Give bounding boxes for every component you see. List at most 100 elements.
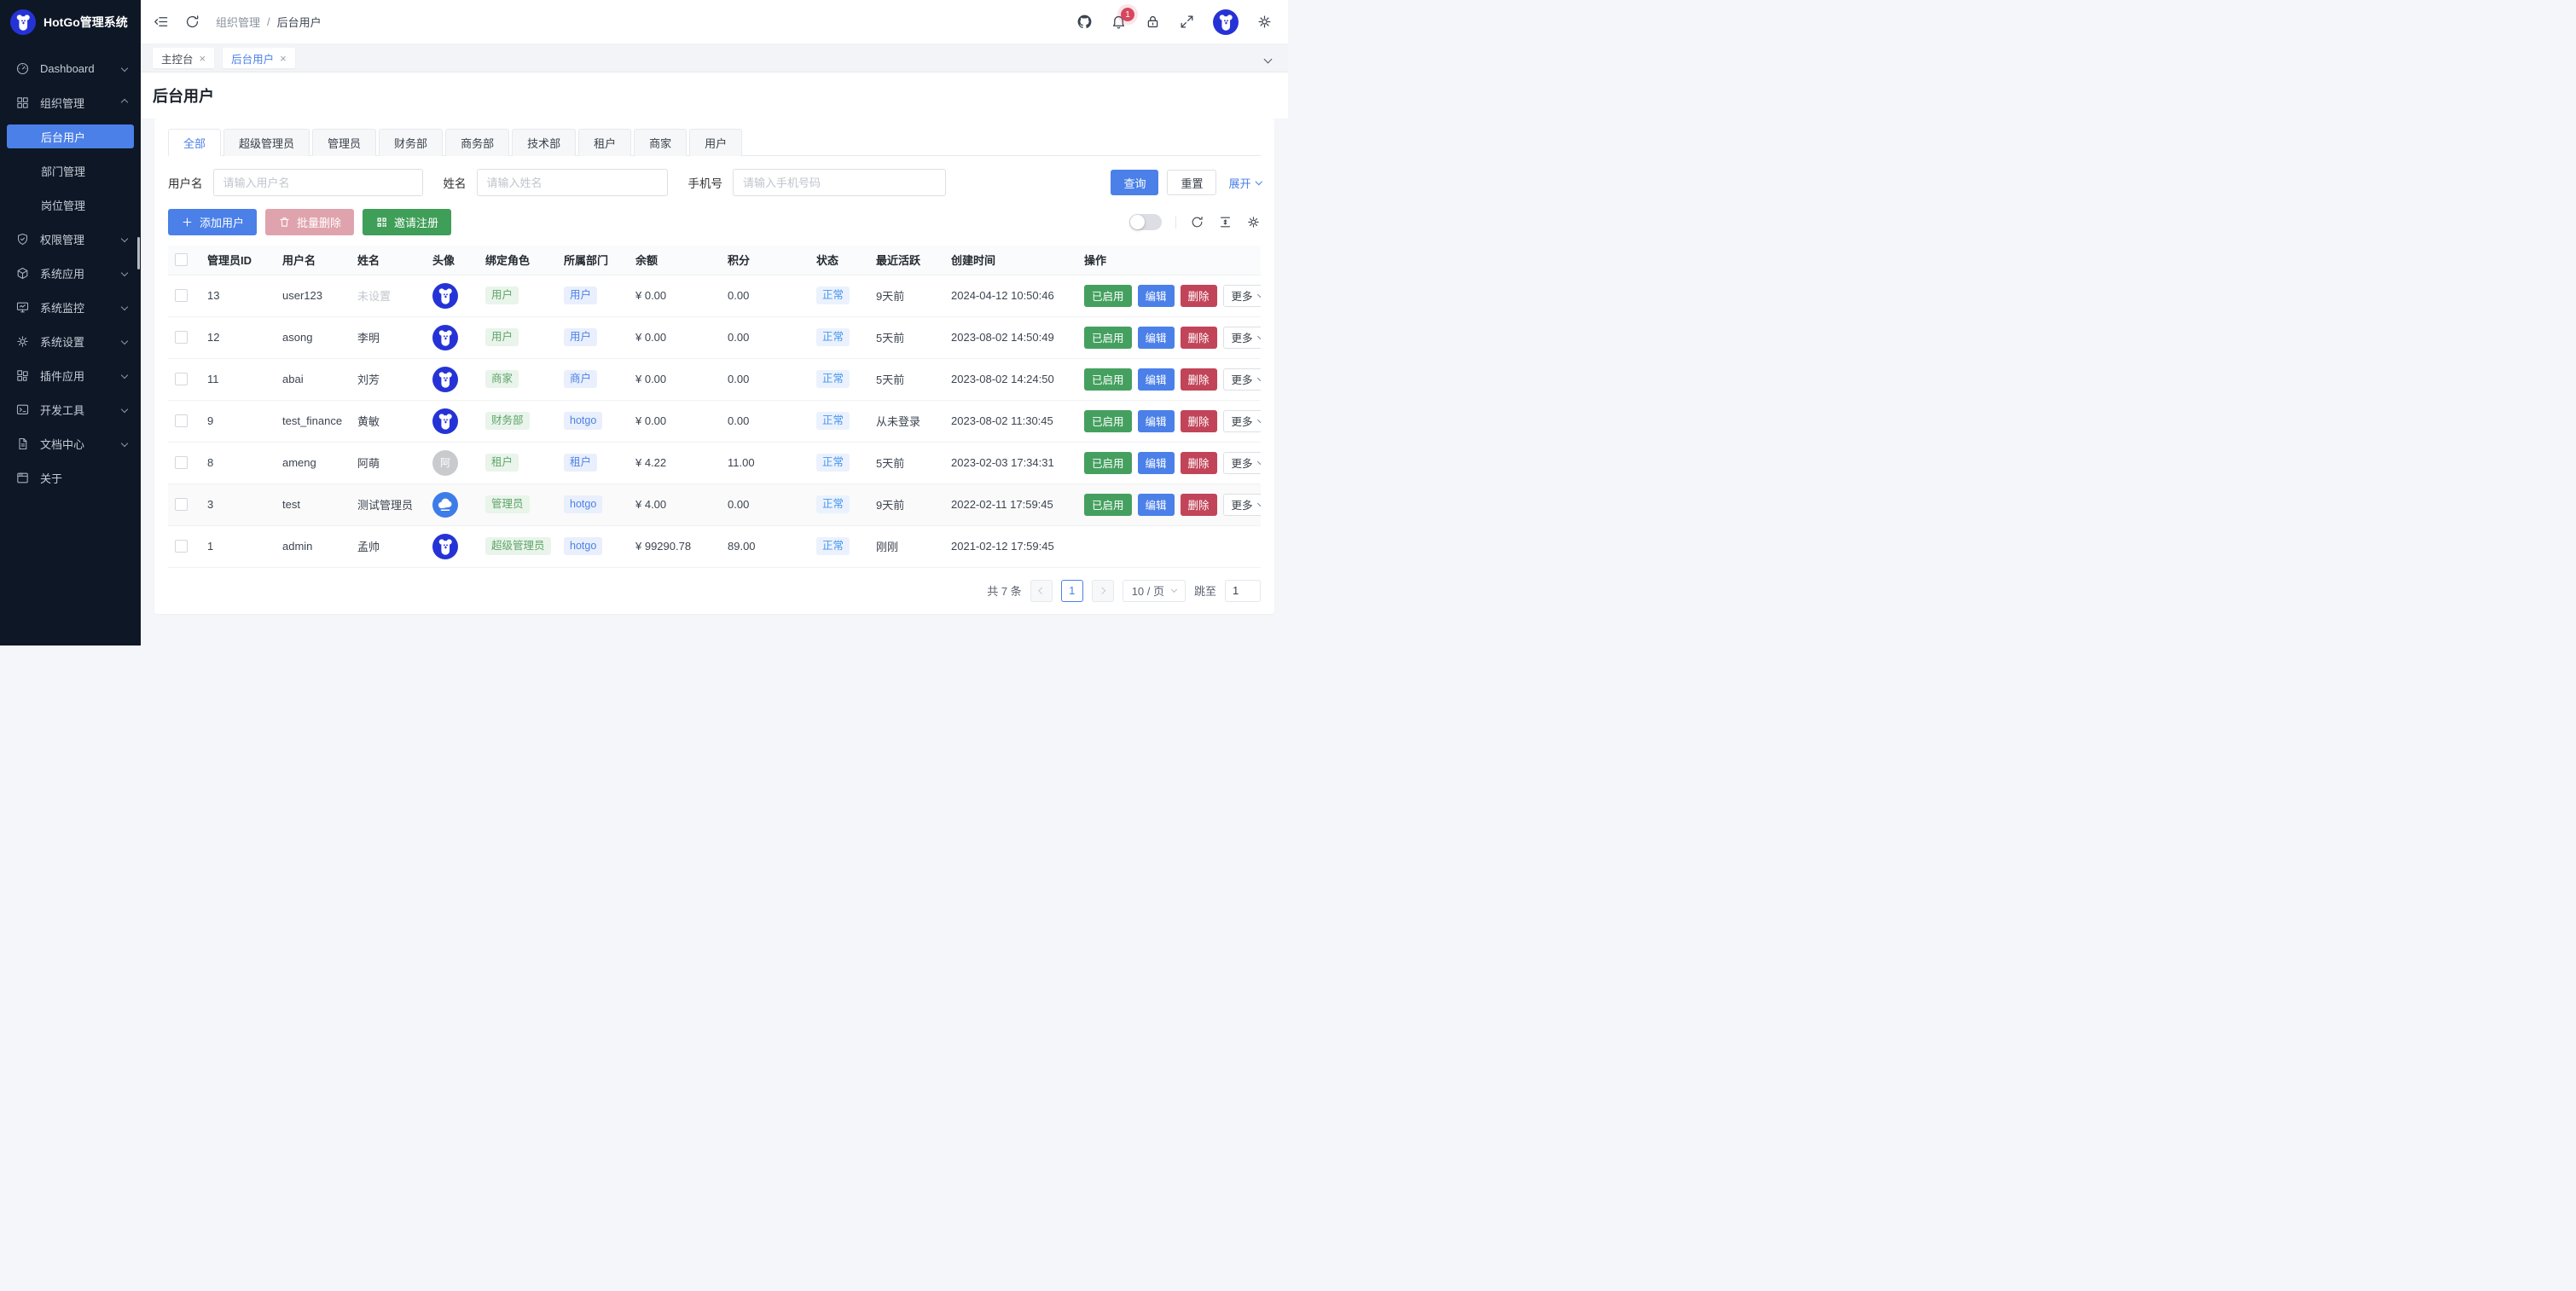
more-button[interactable]: 更多 [1223, 285, 1261, 307]
reset-button[interactable]: 重置 [1167, 170, 1216, 195]
role-tab-6[interactable]: 租户 [578, 129, 631, 156]
row-checkbox[interactable] [175, 414, 188, 427]
sidebar-menu: Dashboard组织管理后台用户部门管理岗位管理权限管理系统应用系统监控系统设… [0, 51, 141, 495]
menu-collapse-icon[interactable] [153, 14, 169, 30]
sidebar-item-system-app[interactable]: 系统应用 [0, 256, 141, 290]
enabled-button[interactable]: 已启用 [1084, 410, 1132, 432]
refresh-icon[interactable] [184, 14, 200, 30]
tab-chip-1[interactable]: 后台用户× [223, 48, 295, 68]
search-button[interactable]: 查询 [1111, 170, 1158, 195]
cell-dept: hotgo [557, 400, 629, 442]
invite-register-button[interactable]: 邀请注册 [363, 209, 451, 235]
delete-button[interactable]: 删除 [1181, 494, 1217, 516]
edit-button[interactable]: 编辑 [1138, 494, 1175, 516]
cell-created: 2023-02-03 17:34:31 [944, 442, 1077, 483]
logo[interactable]: HotGo管理系统 [0, 0, 141, 44]
sidebar-item-system-monitor[interactable]: 系统监控 [0, 290, 141, 324]
more-button[interactable]: 更多 [1223, 410, 1261, 432]
column-settings-gear-icon[interactable] [1246, 215, 1261, 229]
filter-input-0[interactable] [213, 169, 423, 196]
jump-page-input[interactable] [1225, 580, 1261, 602]
sidebar-item-system-settings[interactable]: 系统设置 [0, 324, 141, 358]
row-checkbox[interactable] [175, 289, 188, 302]
tabs-dropdown-chevron-icon[interactable] [1260, 49, 1276, 68]
notifications-bell-icon[interactable]: 1 [1111, 14, 1127, 30]
enabled-button[interactable]: 已启用 [1084, 285, 1132, 307]
role-tab-7[interactable]: 商家 [634, 129, 687, 156]
more-button[interactable]: 更多 [1223, 452, 1261, 474]
role-tab-2[interactable]: 管理员 [312, 129, 376, 156]
sidebar-scrollbar[interactable] [137, 237, 140, 269]
sidebar-item-about[interactable]: 关于 [0, 460, 141, 495]
sidebar-item-docs[interactable]: 文档中心 [0, 426, 141, 460]
role-tab-8[interactable]: 用户 [689, 129, 742, 156]
reload-table-icon[interactable] [1190, 215, 1204, 229]
edit-button[interactable]: 编辑 [1138, 368, 1175, 391]
enabled-button[interactable]: 已启用 [1084, 494, 1132, 516]
fullscreen-icon[interactable] [1179, 14, 1195, 30]
page-1-button[interactable]: 1 [1061, 580, 1083, 602]
delete-button[interactable]: 删除 [1181, 285, 1217, 307]
select-all-checkbox[interactable] [175, 253, 188, 266]
role-tag: 财务部 [485, 412, 530, 430]
cell-dept: 租户 [557, 442, 629, 483]
delete-button[interactable]: 删除 [1181, 452, 1217, 474]
delete-button[interactable]: 删除 [1181, 410, 1217, 432]
chevron-down-icon [121, 338, 128, 344]
add-user-button[interactable]: 添加用户 [168, 209, 257, 235]
breadcrumb-parent[interactable]: 组织管理 [216, 14, 260, 30]
row-checkbox[interactable] [175, 498, 188, 511]
row-checkbox[interactable] [175, 373, 188, 385]
prev-page-button[interactable] [1030, 580, 1053, 602]
filter-input-1[interactable] [477, 169, 668, 196]
more-button[interactable]: 更多 [1223, 368, 1261, 391]
filter-input-2[interactable] [733, 169, 946, 196]
role-tab-1[interactable]: 超级管理员 [223, 129, 310, 156]
more-button[interactable]: 更多 [1223, 327, 1261, 349]
cell-balance: ¥ 0.00 [629, 400, 721, 442]
role-tab-0[interactable]: 全部 [168, 129, 221, 156]
edit-button[interactable]: 编辑 [1138, 327, 1175, 349]
row-checkbox[interactable] [175, 331, 188, 344]
edit-button[interactable]: 编辑 [1138, 452, 1175, 474]
close-icon[interactable]: × [200, 53, 206, 64]
next-page-button[interactable] [1092, 580, 1114, 602]
more-button[interactable]: 更多 [1223, 494, 1261, 516]
cell-status: 正常 [809, 400, 869, 442]
enabled-button[interactable]: 已启用 [1084, 327, 1132, 349]
striped-toggle[interactable] [1129, 214, 1162, 230]
cell-username: admin [276, 525, 351, 567]
role-tab-3[interactable]: 财务部 [379, 129, 443, 156]
enabled-button[interactable]: 已启用 [1084, 368, 1132, 391]
delete-button[interactable]: 删除 [1181, 368, 1217, 391]
cell-created: 2021-02-12 17:59:45 [944, 525, 1077, 567]
breadcrumb-current[interactable]: 后台用户 [277, 14, 322, 30]
row-checkbox[interactable] [175, 456, 188, 469]
settings-gear-icon[interactable] [1256, 14, 1273, 30]
sidebar-subitem-admin-users[interactable]: 后台用户 [7, 124, 134, 148]
user-avatar[interactable] [1213, 9, 1239, 35]
enabled-button[interactable]: 已启用 [1084, 452, 1132, 474]
sidebar-subitem-departments[interactable]: 部门管理 [0, 153, 141, 188]
row-density-icon[interactable] [1218, 215, 1233, 229]
sidebar-item-org[interactable]: 组织管理 [0, 85, 141, 119]
sidebar-item-dashboard[interactable]: Dashboard [0, 51, 141, 85]
column-header-2: 姓名 [351, 246, 426, 275]
sidebar-subitem-posts[interactable]: 岗位管理 [0, 188, 141, 222]
sidebar-item-plugins[interactable]: 插件应用 [0, 358, 141, 392]
github-icon[interactable] [1076, 14, 1093, 30]
sidebar-item-permission[interactable]: 权限管理 [0, 222, 141, 256]
close-icon[interactable]: × [280, 53, 287, 64]
sidebar-item-dev-tools[interactable]: 开发工具 [0, 392, 141, 426]
role-tab-5[interactable]: 技术部 [512, 129, 576, 156]
row-checkbox[interactable] [175, 540, 188, 553]
edit-button[interactable]: 编辑 [1138, 285, 1175, 307]
expand-filters-link[interactable]: 展开 [1228, 175, 1261, 191]
edit-button[interactable]: 编辑 [1138, 410, 1175, 432]
tab-chip-0[interactable]: 主控台× [153, 48, 214, 68]
page-size-select[interactable]: 10 / 页 [1123, 580, 1186, 602]
lock-screen-icon[interactable] [1145, 14, 1161, 30]
role-tab-4[interactable]: 商务部 [445, 129, 509, 156]
batch-delete-button[interactable]: 批量删除 [265, 209, 354, 235]
delete-button[interactable]: 删除 [1181, 327, 1217, 349]
